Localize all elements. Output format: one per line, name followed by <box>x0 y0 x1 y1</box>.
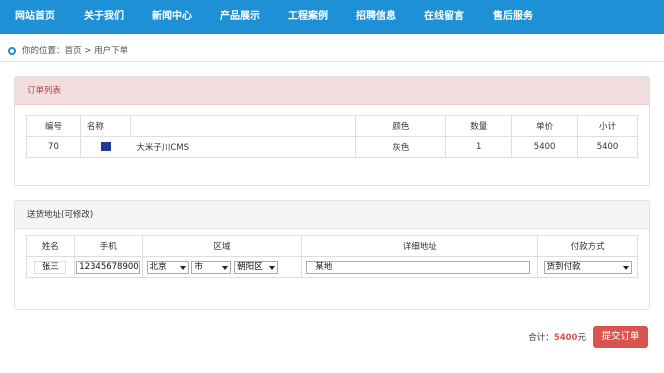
table-row: 张三 12345678900 北京 市 朝阳区 某地 货到付款 <box>26 256 638 278</box>
order-panel: 订单列表 编号 名称 颜色 数量 单价 小计 70 大米子川CMS 灰色 1 5… <box>14 76 650 186</box>
order-id: 70 <box>26 136 81 158</box>
order-panel-title: 订单列表 <box>15 77 649 105</box>
address-table-header: 姓名 手机 区域 详细地址 付款方式 <box>26 235 638 257</box>
address-panel: 送货地址(可修改) 姓名 手机 区域 详细地址 付款方式 张三 12345678… <box>14 200 650 310</box>
breadcrumb-home-link[interactable]: 首页 <box>65 46 82 56</box>
col-price: 单价 <box>511 115 579 137</box>
submit-order-button[interactable]: 提交订单 <box>593 326 648 348</box>
nav-item-cases[interactable]: 工程案例 <box>288 0 328 34</box>
product-thumbnail-cell <box>79 136 131 158</box>
phone-cell: 12345678900 <box>73 256 143 278</box>
col-qty: 数量 <box>445 115 513 137</box>
col-id: 编号 <box>26 115 81 137</box>
breadcrumb-separator: > <box>84 46 92 56</box>
product-thumbnail[interactable] <box>100 142 111 151</box>
city-select[interactable]: 市 <box>191 260 232 274</box>
recipient-cell: 张三 <box>26 256 75 278</box>
nav-item-jobs[interactable]: 招聘信息 <box>356 0 396 34</box>
col-detail-address: 详细地址 <box>301 235 539 257</box>
col-name: 名称 <box>79 115 131 137</box>
top-nav: 网站首页 关于我们 新闻中心 产品展示 工程案例 招聘信息 在线留言 售后服务 <box>0 0 664 34</box>
nav-item-products[interactable]: 产品展示 <box>220 0 260 34</box>
total-value: 5400 <box>553 333 578 343</box>
order-subtotal: 5400 <box>577 136 638 158</box>
col-phone: 手机 <box>73 235 143 257</box>
total-label: 合计： <box>528 333 554 343</box>
phone-input[interactable]: 12345678900 <box>76 260 141 274</box>
payment-cell: 货到付款 <box>537 256 638 278</box>
col-subtotal: 小计 <box>577 115 638 137</box>
address-table: 姓名 手机 区域 详细地址 付款方式 张三 12345678900 北京 市 朝… <box>26 235 638 278</box>
col-color: 颜色 <box>355 115 447 137</box>
col-name-spacer <box>130 115 357 137</box>
order-qty: 1 <box>445 136 513 158</box>
order-table-header: 编号 名称 颜色 数量 单价 小计 <box>26 115 638 137</box>
detail-address-cell: 某地 <box>301 256 539 278</box>
recipient-name-input[interactable]: 张三 <box>34 260 67 274</box>
nav-item-service[interactable]: 售后服务 <box>493 0 533 34</box>
nav-item-message[interactable]: 在线留言 <box>424 0 464 34</box>
col-payment: 付款方式 <box>537 235 638 257</box>
location-icon <box>8 47 16 55</box>
table-row: 70 大米子川CMS 灰色 1 5400 5400 <box>26 136 638 158</box>
total-unit: 元 <box>577 333 586 343</box>
province-select[interactable]: 北京 <box>146 260 189 274</box>
breadcrumb-prefix: 你的位置： <box>22 46 65 56</box>
nav-item-about[interactable]: 关于我们 <box>84 0 124 34</box>
payment-method-select[interactable]: 货到付款 <box>543 260 632 274</box>
breadcrumb: 你的位置：首页 > 用户下单 <box>0 40 664 62</box>
region-cell: 北京 市 朝阳区 <box>141 256 303 278</box>
order-price: 5400 <box>511 136 579 158</box>
col-region: 区域 <box>141 235 303 257</box>
nav-item-news[interactable]: 新闻中心 <box>152 0 192 34</box>
district-select[interactable]: 朝阳区 <box>234 260 279 274</box>
order-table: 编号 名称 颜色 数量 单价 小计 70 大米子川CMS 灰色 1 5400 5… <box>26 115 638 158</box>
nav-item-home[interactable]: 网站首页 <box>15 0 55 34</box>
address-panel-title: 送货地址(可修改) <box>15 201 649 229</box>
col-recipient: 姓名 <box>26 235 75 257</box>
breadcrumb-current: 用户下单 <box>94 46 129 56</box>
product-name[interactable]: 大米子川CMS <box>130 136 357 158</box>
order-color: 灰色 <box>355 136 447 158</box>
order-total: 合计：5400元 <box>528 331 586 343</box>
detail-address-input[interactable]: 某地 <box>306 260 531 274</box>
